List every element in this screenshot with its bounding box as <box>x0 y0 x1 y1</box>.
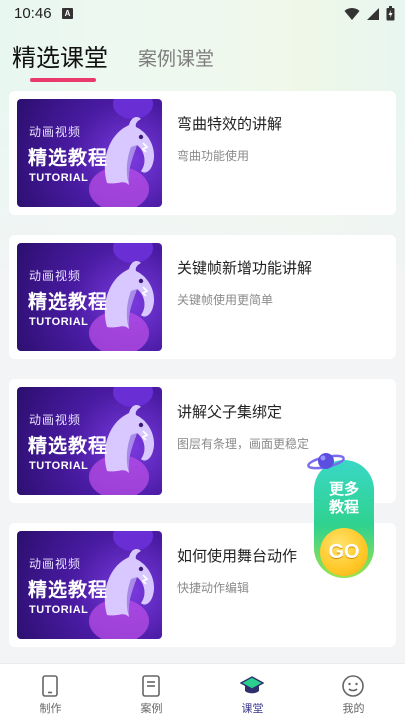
nav-item-cases[interactable]: 案例 <box>101 664 202 720</box>
document-icon <box>142 675 160 697</box>
nav-label-classroom: 课堂 <box>241 702 264 715</box>
thumbnail-caption: 动画视频 <box>29 125 82 139</box>
tab-case-lessons-label: 案例课堂 <box>138 48 215 70</box>
status-bar: 10:46 A <box>0 0 405 28</box>
thumbnail-tag: TUTORIAL <box>29 604 89 616</box>
lesson-subtitle: 图层有条理，画面更稳定 <box>177 437 310 451</box>
nav-item-create[interactable]: 制作 <box>0 664 101 720</box>
thumbnail-caption: 动画视频 <box>29 557 82 571</box>
nav-item-profile[interactable]: 我的 <box>303 664 404 720</box>
thumbnail-tag: TUTORIAL <box>29 316 89 328</box>
wifi-icon <box>344 7 360 20</box>
tab-selected-lessons-label: 精选课堂 <box>12 44 108 72</box>
lesson-title: 关键帧新增功能讲解 <box>177 259 313 277</box>
notification-a-icon: A <box>62 8 73 19</box>
lesson-thumbnail: 动画视频 精选教程 TUTORIAL <box>17 99 162 207</box>
lesson-card-2[interactable]: 动画视频 精选教程 TUTORIAL 关键帧新增功能讲解 关键帧使用更简单 <box>9 235 396 359</box>
lesson-title: 讲解父子集绑定 <box>177 403 283 421</box>
thumbnail-heading: 精选教程 <box>28 579 109 601</box>
signal-icon <box>367 7 379 20</box>
battery-icon <box>386 6 395 21</box>
more-tutorials-line2: 教程 <box>328 498 359 516</box>
more-tutorials-pill: 更多 教程 GO <box>314 460 374 578</box>
graduation-cap-icon <box>240 676 264 694</box>
thumbnail-heading: 精选教程 <box>28 147 109 169</box>
status-time: 10:46 <box>14 5 52 22</box>
lesson-subtitle: 弯曲功能使用 <box>177 149 250 163</box>
thumbnail-heading: 精选教程 <box>28 291 109 313</box>
tab-selected-lessons[interactable]: 精选课堂 <box>12 38 108 82</box>
tab-case-lessons[interactable]: 案例课堂 <box>138 44 214 73</box>
lesson-thumbnail: 动画视频 精选教程 TUTORIAL <box>17 243 162 351</box>
thumbnail-caption: 动画视频 <box>29 269 82 283</box>
thumbnail-heading: 精选教程 <box>28 435 109 457</box>
lesson-title: 弯曲特效的讲解 <box>177 115 283 133</box>
planet-icon <box>307 453 345 470</box>
tab-active-indicator <box>30 78 96 82</box>
thumbnail-tag: TUTORIAL <box>29 172 89 184</box>
nav-label-profile: 我的 <box>342 702 365 715</box>
lesson-thumbnail: 动画视频 精选教程 TUTORIAL <box>17 531 162 639</box>
nav-label-cases: 案例 <box>140 702 163 715</box>
go-badge: GO <box>320 528 368 576</box>
smiley-icon <box>342 675 364 697</box>
more-tutorials-label: 更多 教程 <box>314 480 374 516</box>
lesson-title: 如何使用舞台动作 <box>177 547 298 565</box>
lesson-card-1[interactable]: 动画视频 精选教程 TUTORIAL 弯曲特效的讲解 弯曲功能使用 <box>9 91 396 215</box>
more-tutorials-button[interactable]: 更多 教程 GO <box>304 450 386 580</box>
tab-bar: 精选课堂 案例课堂 <box>12 38 214 82</box>
lesson-subtitle: 关键帧使用更简单 <box>177 293 274 307</box>
more-tutorials-line1: 更多 <box>328 480 359 498</box>
tablet-icon <box>42 675 58 697</box>
nav-item-classroom[interactable]: 课堂 <box>202 664 303 720</box>
thumbnail-tag: TUTORIAL <box>29 460 89 472</box>
lesson-thumbnail: 动画视频 精选教程 TUTORIAL <box>17 387 162 495</box>
thumbnail-caption: 动画视频 <box>29 413 82 427</box>
nav-label-create: 制作 <box>39 702 62 715</box>
bottom-navigation: 制作 案例 课堂 我的 <box>0 663 405 720</box>
lesson-subtitle: 快捷动作编辑 <box>177 581 250 595</box>
